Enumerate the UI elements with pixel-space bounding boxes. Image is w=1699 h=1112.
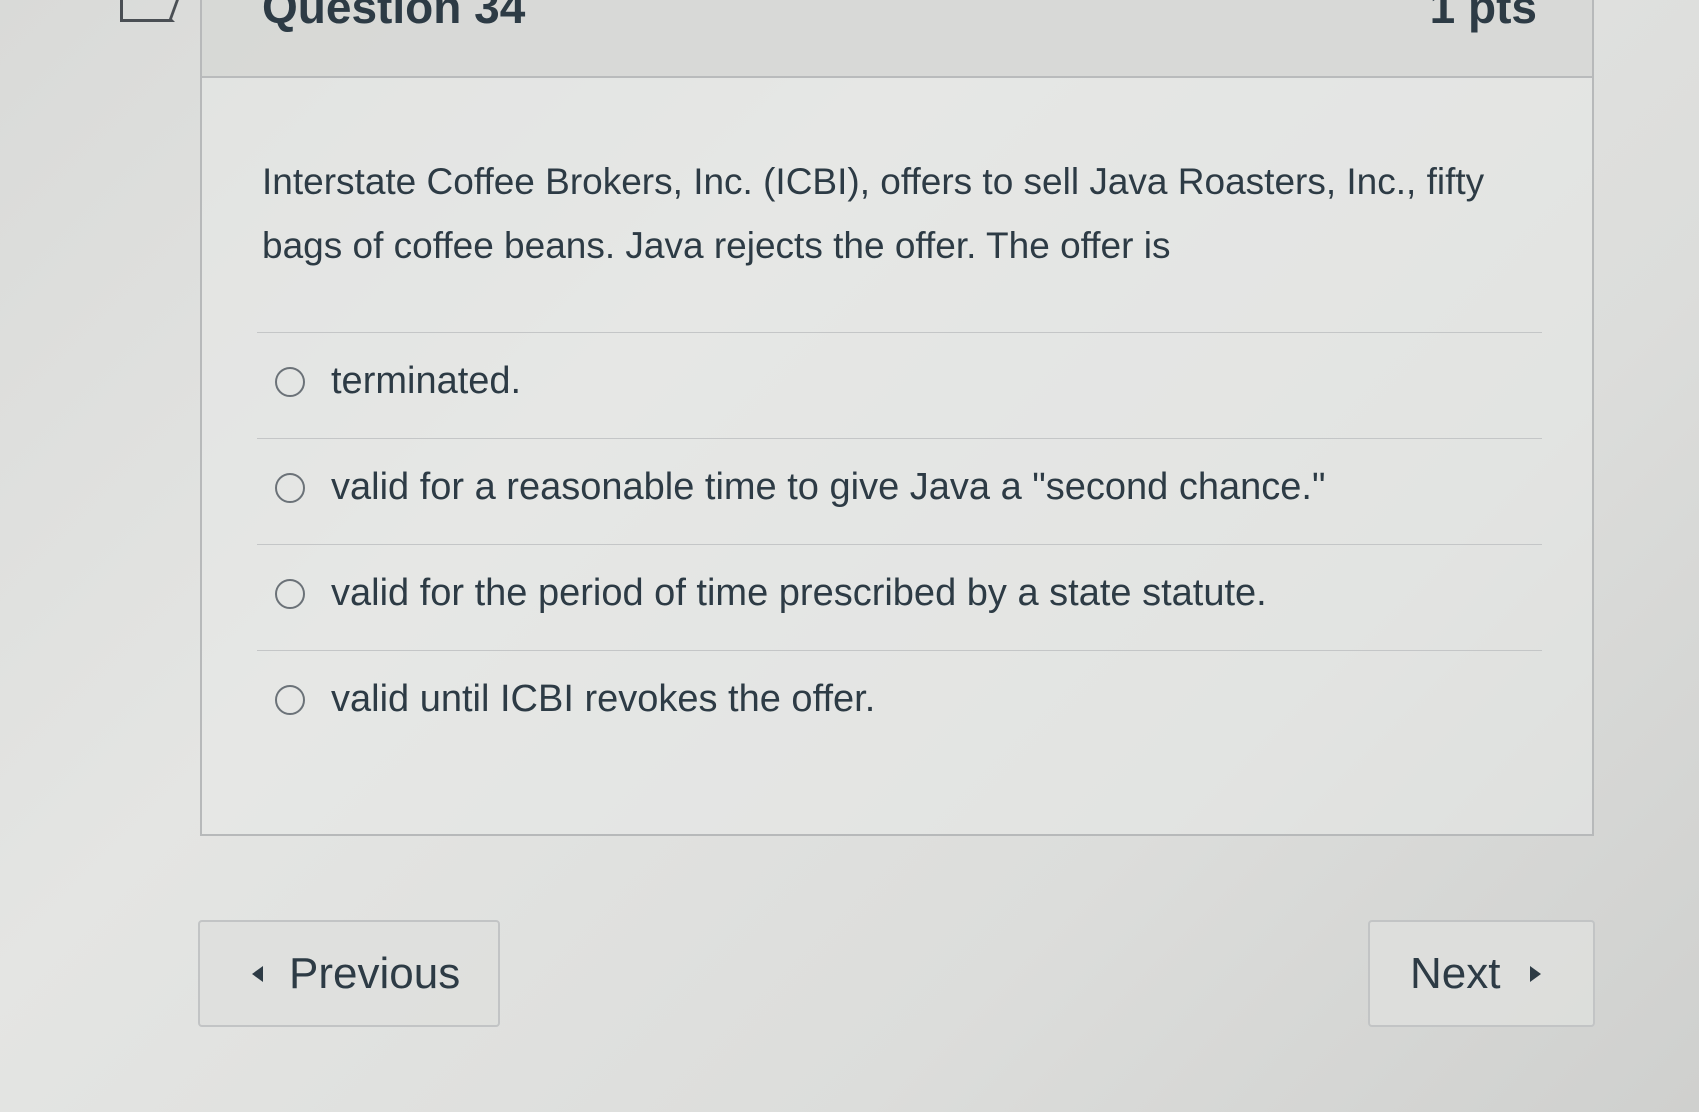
flag-question-icon[interactable] bbox=[120, 0, 175, 22]
next-label: Next bbox=[1410, 948, 1501, 998]
radio-button-icon[interactable] bbox=[275, 685, 305, 715]
answer-option-2[interactable]: valid for a reasonable time to give Java… bbox=[257, 438, 1542, 544]
previous-button[interactable]: Previous bbox=[198, 920, 500, 1027]
question-points: 1 pts bbox=[1429, 0, 1537, 33]
answer-option-4[interactable]: valid until ICBI revokes the offer. bbox=[257, 650, 1542, 756]
question-header: Question 34 1 pts bbox=[202, 0, 1592, 78]
answer-list: terminated. valid for a reasonable time … bbox=[257, 332, 1542, 756]
question-title: Question 34 bbox=[262, 0, 526, 33]
answer-option-1[interactable]: terminated. bbox=[257, 332, 1542, 438]
next-button[interactable]: Next bbox=[1368, 920, 1595, 1027]
answer-label[interactable]: terminated. bbox=[331, 359, 521, 403]
answer-option-3[interactable]: valid for the period of time prescribed … bbox=[257, 544, 1542, 650]
question-card: Question 34 1 pts Interstate Coffee Brok… bbox=[200, 0, 1594, 836]
previous-label: Previous bbox=[289, 948, 461, 998]
answer-label[interactable]: valid until ICBI revokes the offer. bbox=[331, 677, 875, 721]
answer-label[interactable]: valid for the period of time prescribed … bbox=[331, 571, 1267, 615]
radio-button-icon[interactable] bbox=[275, 473, 305, 503]
radio-button-icon[interactable] bbox=[275, 367, 305, 397]
caret-right-icon bbox=[1530, 965, 1542, 982]
question-text: Interstate Coffee Brokers, Inc. (ICBI), … bbox=[262, 161, 1485, 266]
caret-left-icon bbox=[252, 965, 263, 982]
answer-label[interactable]: valid for a reasonable time to give Java… bbox=[331, 465, 1325, 509]
radio-button-icon[interactable] bbox=[275, 579, 305, 609]
